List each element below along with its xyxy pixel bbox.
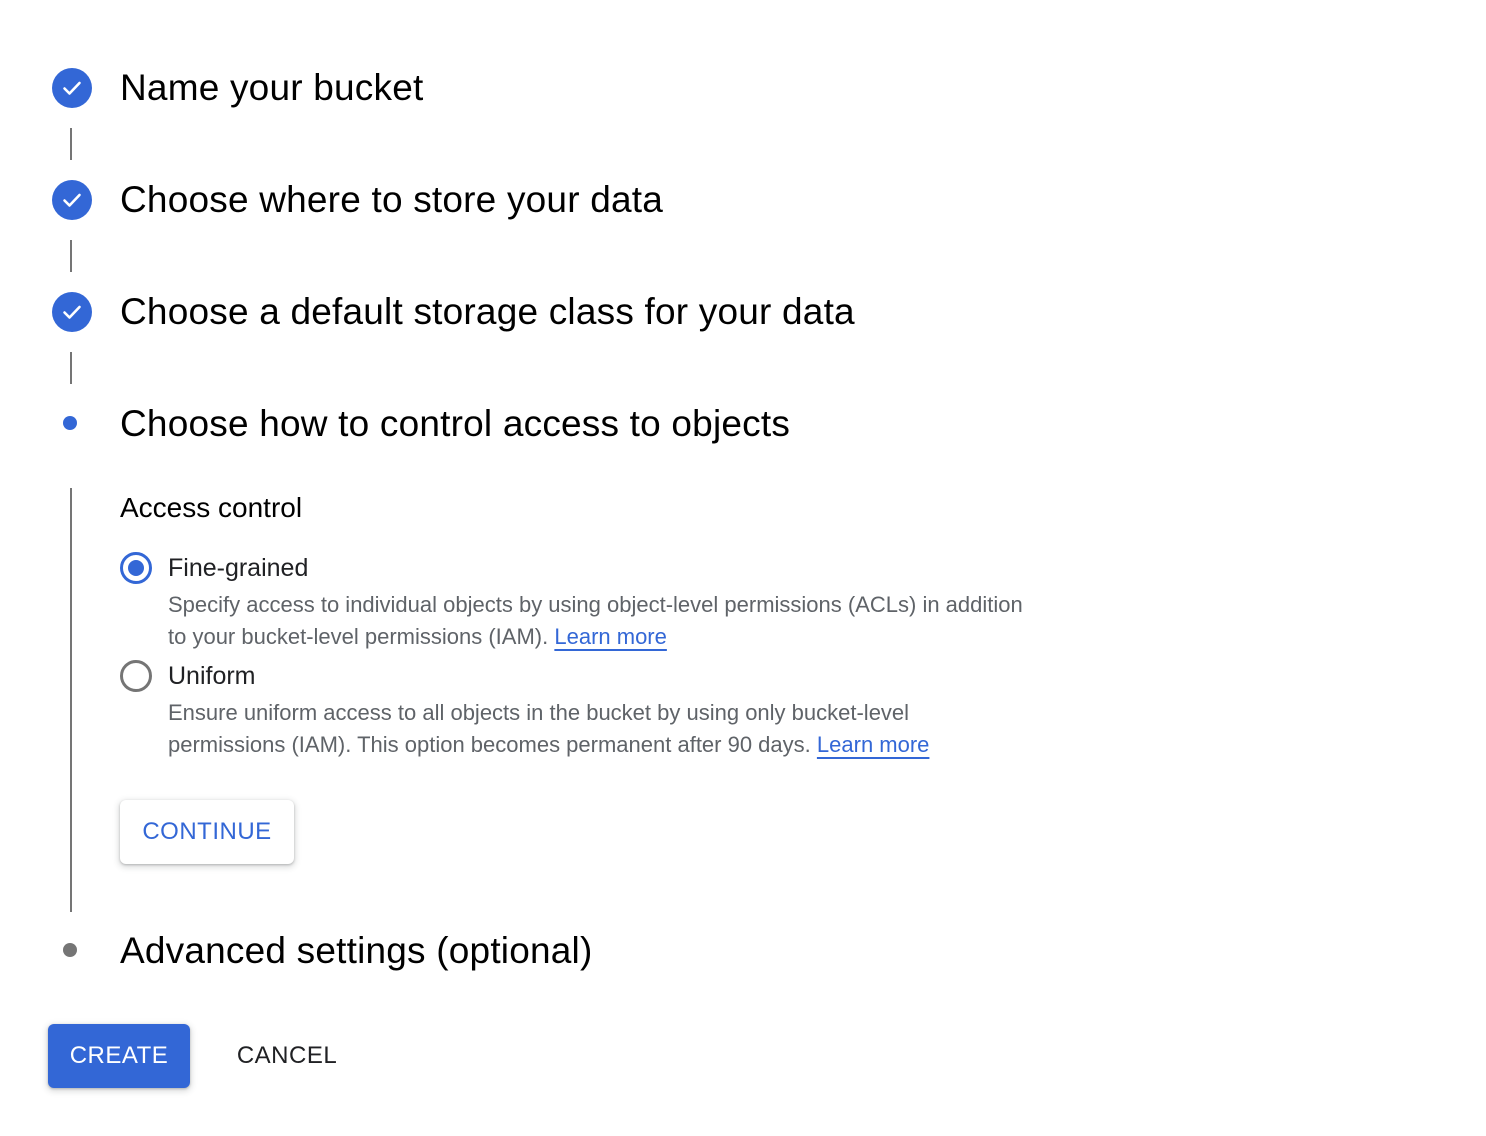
uniform-radio[interactable] xyxy=(120,660,152,692)
step-4-active-dot-icon xyxy=(63,416,77,430)
uniform-description-text: Ensure uniform access to all objects in … xyxy=(168,700,910,757)
cancel-button[interactable]: CANCEL xyxy=(214,1024,360,1088)
step-connector xyxy=(70,240,72,272)
fine-grained-radio[interactable] xyxy=(120,552,152,584)
uniform-description: Ensure uniform access to all objects in … xyxy=(168,697,1028,761)
check-icon xyxy=(63,193,81,207)
uniform-learn-more-link[interactable]: Learn more xyxy=(817,732,930,757)
step-3-title[interactable]: Choose a default storage class for your … xyxy=(120,290,855,334)
step-2-check-icon xyxy=(52,180,92,220)
check-icon xyxy=(63,305,81,319)
fine-grained-description: Specify access to individual objects by … xyxy=(168,589,1028,653)
step-connector xyxy=(70,352,72,384)
continue-button[interactable]: CONTINUE xyxy=(120,800,294,864)
step-4-title: Choose how to control access to objects xyxy=(120,403,791,444)
step-1-title[interactable]: Name your bucket xyxy=(120,66,423,110)
check-icon xyxy=(63,81,81,95)
fine-grained-learn-more-link[interactable]: Learn more xyxy=(554,624,667,649)
uniform-label[interactable]: Uniform xyxy=(168,660,256,692)
step-connector xyxy=(70,128,72,160)
step-1-check-icon xyxy=(52,68,92,108)
step-5-inactive-dot-icon xyxy=(63,943,77,957)
create-button[interactable]: CREATE xyxy=(48,1024,190,1088)
step-2-title[interactable]: Choose where to store your data xyxy=(120,178,663,222)
fine-grained-label[interactable]: Fine-grained xyxy=(168,552,308,584)
step-3-check-icon xyxy=(52,292,92,332)
step-5-title[interactable]: Advanced settings (optional) xyxy=(120,929,593,973)
step-connector xyxy=(70,488,72,912)
access-control-heading: Access control xyxy=(120,492,303,523)
